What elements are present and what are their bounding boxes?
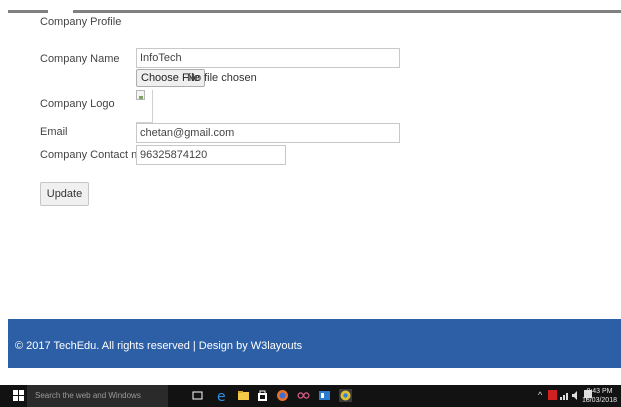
company-logo-image — [136, 90, 153, 123]
edge-icon[interactable]: e — [216, 389, 229, 402]
file-explorer-icon[interactable] — [237, 389, 250, 402]
store-icon[interactable] — [256, 389, 269, 402]
task-view-icon[interactable] — [191, 389, 204, 402]
update-button[interactable]: Update — [40, 182, 89, 206]
taskbar: Search the web and Windows e ^ 8:43 PM 1… — [0, 385, 621, 407]
no-file-text: No file chosen — [187, 72, 257, 84]
top-divider-right — [73, 10, 621, 13]
top-divider — [0, 10, 621, 13]
company-name-label: Company Name — [40, 53, 120, 65]
contact-label: Company Contact no. — [40, 149, 147, 161]
email-label: Email — [40, 126, 68, 138]
taskbar-search[interactable]: Search the web and Windows — [27, 385, 168, 407]
tray-alert-icon[interactable] — [548, 390, 557, 400]
company-logo-label: Company Logo — [40, 98, 115, 110]
footer-text: © 2017 TechEdu. All rights reserved | De… — [15, 340, 303, 352]
app-icon[interactable] — [318, 389, 331, 402]
contact-input[interactable]: 96325874120 — [136, 145, 286, 165]
taskbar-search-placeholder: Search the web and Windows — [35, 391, 141, 400]
top-divider-left — [8, 10, 48, 13]
windows-start-icon[interactable] — [13, 390, 25, 402]
svg-text:e: e — [217, 389, 226, 402]
section-title: Company Profile — [40, 16, 122, 28]
email-input[interactable]: chetan@gmail.com — [136, 123, 400, 143]
network-icon[interactable] — [560, 391, 569, 400]
taskbar-clock[interactable]: 8:43 PM 18/03/2018 — [582, 387, 617, 405]
chrome-icon[interactable] — [339, 389, 352, 402]
infinity-icon[interactable] — [297, 389, 310, 402]
clock-time: 8:43 PM — [586, 388, 613, 395]
broken-image-icon — [136, 90, 145, 100]
clock-date: 18/03/2018 — [581, 397, 617, 404]
company-name-input[interactable]: InfoTech — [136, 48, 400, 68]
firefox-icon[interactable] — [276, 389, 289, 402]
tray-chevron-icon[interactable]: ^ — [538, 390, 542, 400]
footer: © 2017 TechEdu. All rights reserved | De… — [8, 319, 621, 368]
volume-icon[interactable] — [572, 391, 581, 400]
